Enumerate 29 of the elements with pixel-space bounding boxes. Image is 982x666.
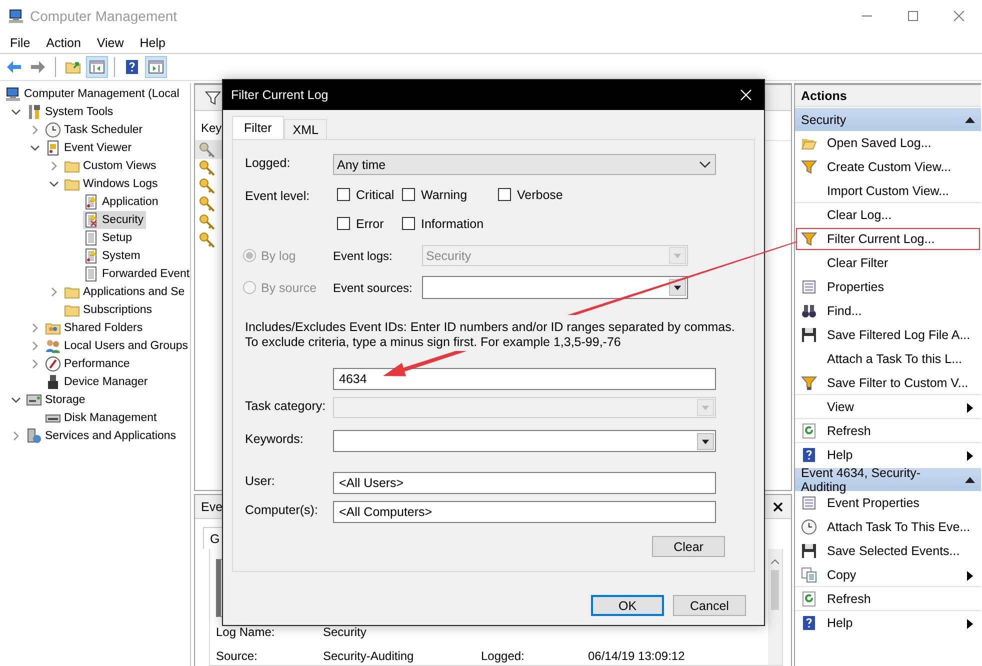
field-label: Task category:	[245, 398, 327, 413]
field-value: Security-Auditing	[323, 649, 415, 665]
checkbox-label: Information	[421, 216, 484, 230]
field-label: Logged:	[481, 649, 526, 665]
pane-title: Actions	[795, 83, 981, 107]
field-label: Event logs:	[333, 248, 394, 262]
field-label: Event level:	[245, 188, 311, 203]
dropdown: Security	[422, 245, 688, 266]
field-label: User:	[245, 473, 276, 488]
field-label: Computer(s):	[245, 502, 319, 517]
field-label: Source:	[216, 649, 258, 665]
section-title: Event 4634, Security-Auditing	[801, 466, 922, 494]
checkbox-label: Verbose	[517, 188, 563, 202]
field-value: 06/14/19 13:09:12	[588, 649, 686, 665]
field-label: Log Name:	[216, 625, 276, 641]
dialog-title: Filter Current Log	[231, 88, 328, 102]
details-title: Eve	[201, 500, 223, 514]
help-text: Includes/Excludes Event IDs: Enter ID numbers and/or ID ranges separated by commas. To exclude criteria, type a minus sign first. For example 1,3,5-99,-76	[245, 320, 736, 350]
field-label: Event sources:	[333, 280, 414, 294]
window-title: Computer Management	[30, 8, 178, 24]
checkbox-label: Warning	[421, 188, 468, 202]
section-title: Security	[801, 112, 846, 126]
radio-label: By log	[261, 248, 296, 262]
field-label: Logged:	[245, 155, 292, 170]
checkbox-label: Error	[356, 216, 384, 230]
radio-label: By source	[261, 280, 317, 294]
field-label: Keywords:	[245, 431, 304, 446]
field-value: Security	[323, 625, 368, 641]
checkbox-label: Critical	[356, 188, 394, 202]
